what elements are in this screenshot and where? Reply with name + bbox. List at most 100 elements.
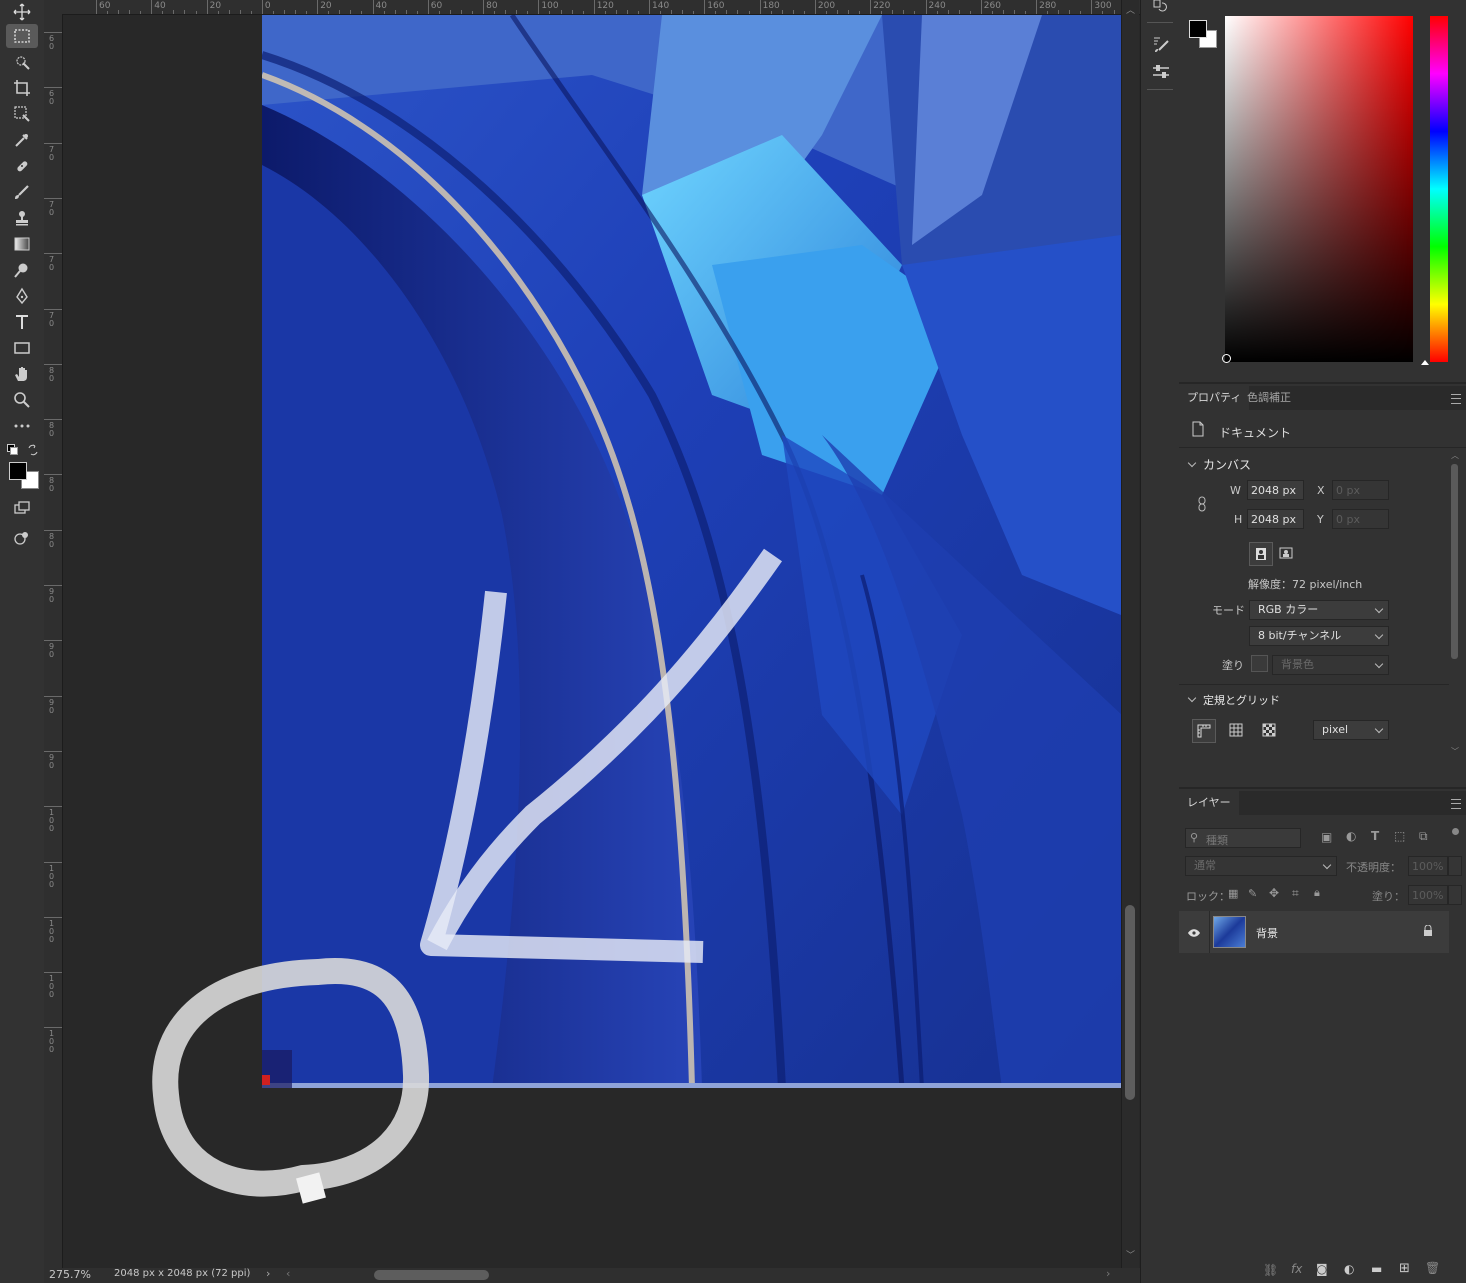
hand-tool-icon[interactable] <box>6 362 38 386</box>
quick-selection-tool-icon[interactable] <box>6 50 38 74</box>
canvas-section-header[interactable]: カンバス <box>1187 456 1251 473</box>
gradient-tool-icon[interactable] <box>6 232 38 256</box>
vertical-scroll-thumb[interactable] <box>1125 905 1135 1100</box>
vertical-scrollbar[interactable]: ︿ ﹀ <box>1121 0 1139 1268</box>
fill-dropdown-icon[interactable] <box>1448 885 1462 905</box>
horizontal-scroll-thumb[interactable] <box>374 1270 489 1280</box>
height-field[interactable]: 2048 px <box>1247 509 1304 529</box>
eyedropper-tool-icon[interactable] <box>6 128 38 152</box>
properties-scroll-up-icon[interactable]: ︿ <box>1451 450 1459 461</box>
lock-artboard-icon[interactable]: ⌗ <box>1292 886 1299 901</box>
ruler-top-minor-tick <box>405 10 407 14</box>
healing-brush-tool-icon[interactable] <box>6 154 38 178</box>
delete-layer-trash-icon[interactable]: 🗑︎ <box>1425 1261 1440 1275</box>
portrait-orientation-icon[interactable] <box>1249 542 1273 566</box>
stamp-tool-icon[interactable] <box>6 206 38 230</box>
filter-pixel-layer-icon[interactable]: ▣ <box>1321 830 1332 844</box>
filter-adjustment-layer-icon[interactable]: ◐ <box>1346 829 1356 843</box>
lock-transparent-pixels-icon[interactable]: ▦ <box>1228 887 1238 900</box>
lock-image-pixels-icon[interactable]: ✎ <box>1248 887 1257 900</box>
new-layer-icon[interactable]: ⊞ <box>1399 1261 1410 1276</box>
x-field[interactable]: 0 px <box>1332 480 1389 500</box>
ruler-top-tick <box>980 0 982 14</box>
document-icon <box>1191 421 1205 437</box>
filter-type-layer-icon[interactable]: T <box>1371 829 1379 843</box>
color-mode-select[interactable]: RGB カラー <box>1249 600 1389 620</box>
scroll-down-icon[interactable]: ﹀ <box>1126 1248 1135 1261</box>
ruler-unit-select[interactable]: pixel <box>1313 720 1389 740</box>
brush-settings-icon[interactable] <box>1151 34 1171 54</box>
dodge-tool-icon[interactable] <box>6 258 38 282</box>
layer-name[interactable]: 背景 <box>1256 925 1278 941</box>
status-menu-arrow-icon[interactable]: › <box>266 1267 270 1280</box>
scroll-up-icon[interactable]: ︿ <box>1126 3 1135 16</box>
pixel-grid-toggle-icon[interactable] <box>1258 719 1280 741</box>
fill-color-swatch[interactable] <box>1251 655 1268 672</box>
quick-mask-icon[interactable] <box>6 496 38 520</box>
ruler-top-minor-tick <box>1002 10 1004 14</box>
filter-smart-object-icon[interactable]: ⧉ <box>1419 829 1428 844</box>
crop-tool-icon[interactable] <box>6 76 38 100</box>
grid-toggle-icon[interactable] <box>1225 719 1247 741</box>
new-group-folder-icon[interactable]: ▬ <box>1371 1262 1382 1276</box>
zoom-tool-icon[interactable] <box>6 388 38 412</box>
fill-opacity-field[interactable]: 100% <box>1408 885 1448 905</box>
tab-layers[interactable]: レイヤー <box>1179 791 1239 815</box>
tab-adjustments[interactable]: 色調補正 <box>1239 386 1299 410</box>
swap-colors-icon[interactable] <box>27 444 39 456</box>
filter-toggle-icon[interactable] <box>1452 828 1459 835</box>
y-field[interactable]: 0 px <box>1332 509 1389 529</box>
ruler-top-tick <box>538 0 540 14</box>
history-panel-icon[interactable] <box>1151 0 1169 14</box>
layer-visibility-eye-icon[interactable] <box>1188 927 1200 937</box>
pen-tool-icon[interactable] <box>6 284 38 308</box>
layer-row[interactable]: 背景 <box>1179 911 1449 953</box>
properties-scrollbar[interactable]: ︿ ﹀ <box>1450 450 1460 760</box>
ruler-top-minor-tick <box>903 10 905 14</box>
bit-depth-select[interactable]: 8 bit/チャンネル <box>1249 626 1389 646</box>
link-layers-icon[interactable]: ⛓ <box>1263 1263 1278 1277</box>
foreground-color-swatch[interactable] <box>9 462 27 480</box>
scroll-right-icon[interactable]: › <box>1106 1267 1110 1280</box>
filter-shape-layer-icon[interactable]: ⬚ <box>1394 829 1405 843</box>
move-tool-icon[interactable] <box>6 0 38 24</box>
more-tools-icon[interactable] <box>6 414 38 438</box>
default-colors-icon[interactable] <box>7 444 18 455</box>
ruler-top-minor-tick <box>947 10 949 14</box>
new-adjustment-layer-icon[interactable]: ◐ <box>1344 1262 1354 1276</box>
scroll-left-icon[interactable]: ‹ <box>286 1267 290 1280</box>
brush-tool-icon[interactable] <box>6 180 38 204</box>
color-picker-marker[interactable] <box>1222 354 1231 363</box>
hue-slider-left-marker[interactable] <box>1421 360 1429 365</box>
opacity-field[interactable]: 100% <box>1408 856 1448 876</box>
rulers-grid-section-header[interactable]: 定規とグリッド <box>1187 692 1280 708</box>
properties-scroll-thumb[interactable] <box>1451 464 1458 659</box>
blend-mode-select[interactable]: 通常 <box>1185 856 1337 876</box>
layer-style-fx-icon[interactable]: fx <box>1291 1262 1302 1276</box>
saturation-brightness-field[interactable] <box>1225 16 1413 362</box>
landscape-orientation-icon[interactable] <box>1275 542 1297 564</box>
link-dimensions-icon[interactable] <box>1197 496 1207 512</box>
opacity-dropdown-icon[interactable] <box>1448 856 1462 876</box>
screen-mode-icon[interactable] <box>6 526 38 550</box>
type-tool-icon[interactable] <box>6 310 38 334</box>
properties-scroll-down-icon[interactable]: ﹀ <box>1451 746 1459 757</box>
lock-position-icon[interactable]: ✥ <box>1269 886 1279 900</box>
color-panel-foreground-swatch[interactable] <box>1189 20 1207 38</box>
layer-filter-search[interactable]: ⚲ 種類 <box>1185 828 1301 848</box>
canvas-area[interactable] <box>63 15 1121 1268</box>
properties-menu-icon[interactable] <box>1451 394 1461 404</box>
marquee-tool-icon[interactable] <box>6 24 38 48</box>
layer-thumbnail[interactable] <box>1213 916 1246 948</box>
zoom-level[interactable]: 275.7% <box>49 1268 91 1281</box>
adjustments-icon[interactable] <box>1151 62 1171 82</box>
lock-all-icon[interactable]: 🔒︎ <box>1314 886 1320 900</box>
fill-select[interactable]: 背景色 <box>1272 655 1389 675</box>
hue-slider[interactable] <box>1430 16 1448 362</box>
frame-tool-icon[interactable] <box>6 102 38 126</box>
layers-menu-icon[interactable] <box>1451 799 1461 809</box>
ruler-toggle-icon[interactable] <box>1192 719 1216 743</box>
rectangle-tool-icon[interactable] <box>6 336 38 360</box>
add-mask-icon[interactable]: ◙ <box>1316 1262 1328 1276</box>
width-field[interactable]: 2048 px <box>1247 480 1304 500</box>
